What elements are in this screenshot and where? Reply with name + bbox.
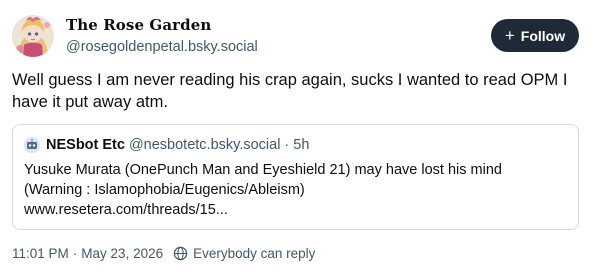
post-card: The Rose Garden @rosegoldenpetal.bsky.so… [0,0,595,276]
follow-button[interactable]: + Follow [491,19,579,52]
reply-settings-label: Everybody can reply [193,246,316,261]
quote-link[interactable]: www.resetera.com/threads/15... [24,200,567,220]
meta-separator: · [72,246,78,261]
quote-author-handle[interactable]: @nesbotetc.bsky.social [129,137,280,153]
author-info: The Rose Garden @rosegoldenpetal.bsky.so… [66,16,258,56]
post-time[interactable]: 11:01 PM [12,246,69,261]
follow-button-label: Follow [520,27,566,44]
quote-line: (Warning : Islamophobia/Eugenics/Ableism… [24,182,305,198]
quote-line: Yusuke Murata (OnePunch Man and Eyeshiel… [24,162,502,178]
quoted-post[interactable]: NESbot Etc @nesbotetc.bsky.social · 5h Y… [12,124,579,230]
reply-settings[interactable]: Everybody can reply [173,246,315,261]
quote-avatar[interactable] [24,137,40,153]
post-date[interactable]: May 23, 2026 [81,246,163,261]
post-meta: 11:01 PM · May 23, 2026 Everybody can re… [12,246,315,261]
quote-body: Yusuke Murata (OnePunch Man and Eyeshiel… [24,160,567,220]
plus-icon: + [504,25,515,45]
globe-icon [173,246,188,261]
nesbot-logo-icon [24,137,40,153]
author-display-name[interactable]: The Rose Garden [66,16,258,34]
author-avatar[interactable] [12,15,54,57]
quote-time[interactable]: 5h [293,137,309,153]
post-text: Well guess I am never reading his crap a… [12,71,568,111]
anime-character-avatar-icon [12,15,54,57]
quote-separator: · [284,137,290,153]
quote-header: NESbot Etc @nesbotetc.bsky.social · 5h [24,136,567,154]
quote-author-name[interactable]: NESbot Etc [46,137,125,153]
author-handle[interactable]: @rosegoldenpetal.bsky.social [66,38,258,56]
